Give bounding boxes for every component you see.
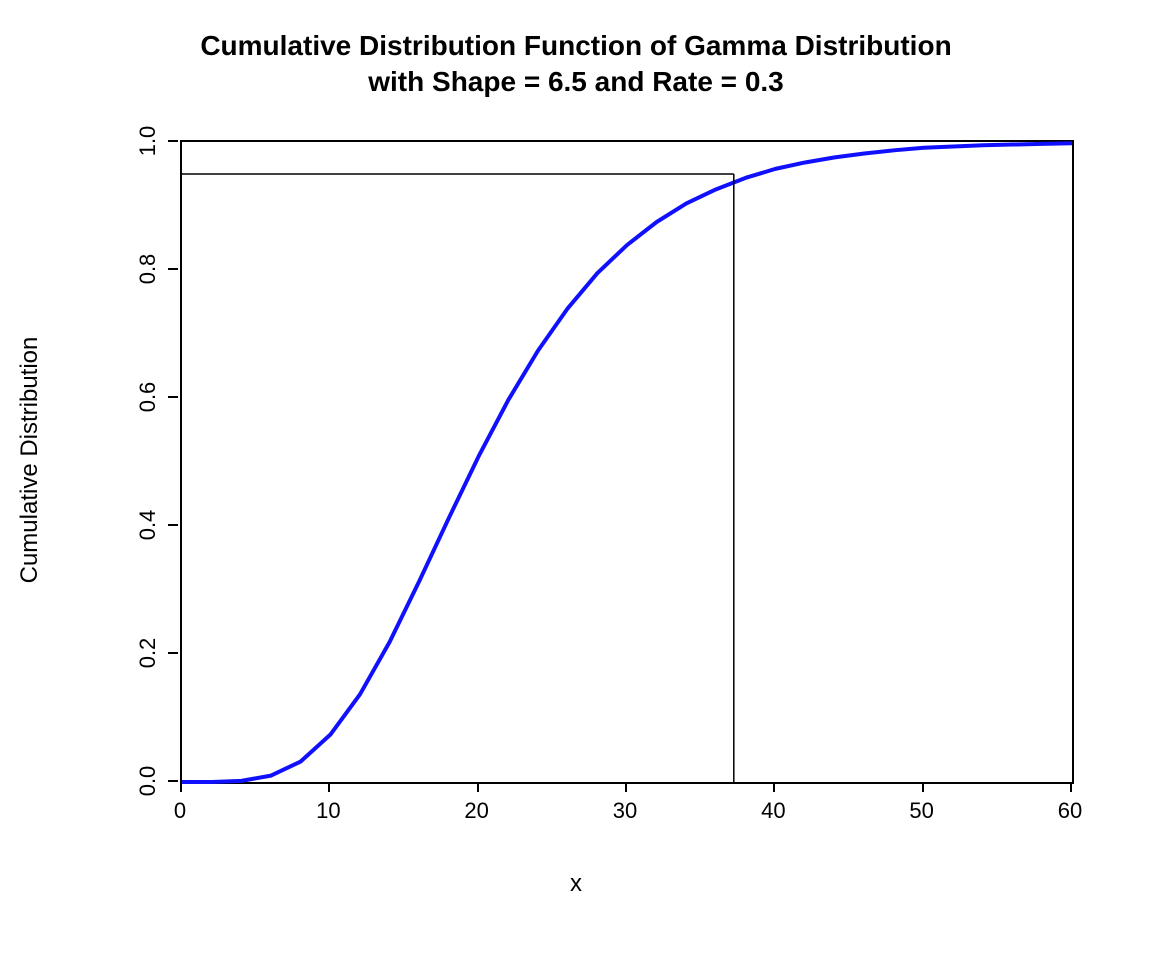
- x-tick-label: 60: [1055, 798, 1085, 824]
- y-tick-label: 0.0: [135, 751, 161, 811]
- x-tick: [1070, 782, 1072, 792]
- y-tick-label: 0.4: [135, 495, 161, 555]
- y-tick: [168, 652, 178, 654]
- x-tick-label: 50: [907, 798, 937, 824]
- x-tick: [922, 782, 924, 792]
- plot-area: [180, 140, 1074, 784]
- y-tick: [168, 524, 178, 526]
- x-tick: [328, 782, 330, 792]
- y-tick: [168, 780, 178, 782]
- x-tick-label: 0: [165, 798, 195, 824]
- y-axis-label: Cumulative Distribution: [16, 337, 44, 584]
- y-tick-label: 0.6: [135, 367, 161, 427]
- y-tick: [168, 140, 178, 142]
- x-tick: [625, 782, 627, 792]
- chart-title-line2: with Shape = 6.5 and Rate = 0.3: [0, 66, 1152, 98]
- plot-svg: [182, 142, 1072, 782]
- y-tick: [168, 396, 178, 398]
- reference-quantile-line: [182, 174, 734, 782]
- x-tick: [477, 782, 479, 792]
- x-tick-label: 40: [758, 798, 788, 824]
- x-tick-label: 30: [610, 798, 640, 824]
- x-tick-label: 10: [313, 798, 343, 824]
- x-tick: [180, 782, 182, 792]
- y-tick: [168, 268, 178, 270]
- y-tick-label: 1.0: [135, 111, 161, 171]
- chart-title-line1: Cumulative Distribution Function of Gamm…: [0, 30, 1152, 62]
- x-tick-label: 20: [462, 798, 492, 824]
- y-tick-label: 0.2: [135, 623, 161, 683]
- x-tick: [773, 782, 775, 792]
- gamma-cdf-line: [182, 143, 1072, 782]
- y-tick-label: 0.8: [135, 239, 161, 299]
- x-axis-label: x: [0, 870, 1152, 898]
- chart-figure: Cumulative Distribution Function of Gamm…: [0, 0, 1152, 960]
